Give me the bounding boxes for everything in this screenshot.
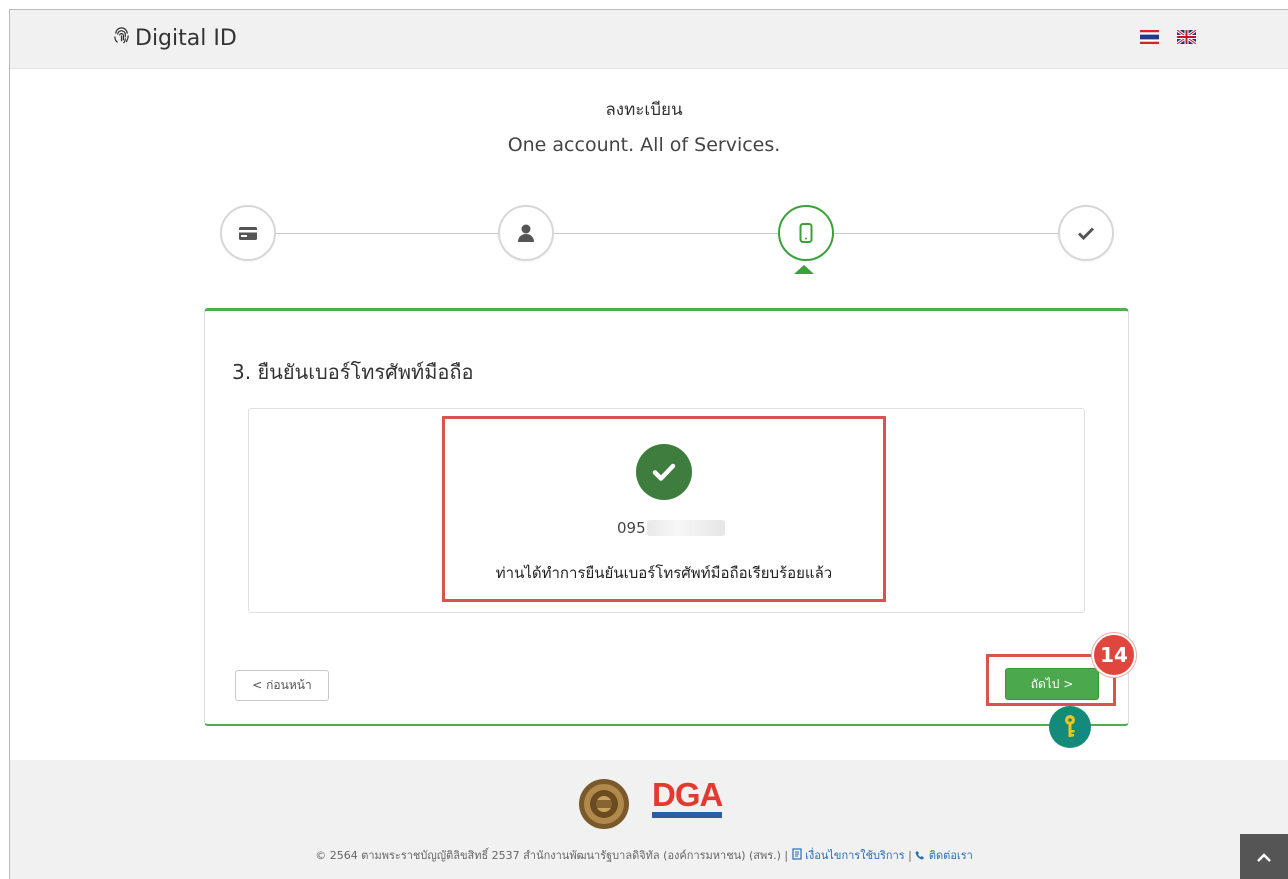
success-message: ท่านได้ทำการยืนยันเบอร์โทรศัพท์มือถือเรี… [495,564,833,582]
phone-number-visible: 095 [617,519,646,537]
step-connector [554,233,778,234]
th-flag-icon[interactable] [1140,30,1159,44]
terms-link-label: เงื่อนไขการใช้บริการ [805,849,905,862]
brand[interactable]: Digital ID [112,26,237,51]
terms-link[interactable]: เงื่อนไขการใช้บริการ [792,848,909,862]
step-connector [834,233,1058,234]
step-connector [275,233,498,234]
key-icon[interactable] [1049,706,1091,748]
scroll-to-top-button[interactable] [1240,834,1288,879]
page-title: ลงทะเบียน [605,100,683,120]
step-mobile [778,205,834,261]
phone-icon [915,851,925,860]
phone-number: 095 [617,519,725,537]
fingerprint-icon [112,26,131,51]
uk-flag-icon[interactable] [1177,30,1196,44]
success-check-icon [636,444,692,500]
previous-button[interactable]: < ก่อนหน้า [235,670,329,701]
user-icon [518,224,534,242]
document-icon [792,848,802,860]
step-number-badge: 14 [1092,633,1136,677]
brand-name: Digital ID [135,26,237,51]
dga-logo-text: DGA [652,776,723,813]
next-button[interactable]: ถัดไป > [1005,668,1099,700]
language-switcher [1140,30,1196,44]
separator: | [908,849,912,862]
check-icon [1077,227,1095,241]
card-title: 3. ยืนยันเบอร์โทรศัพท์มือถือ [232,360,474,384]
step-user [498,205,554,261]
step-id-card [220,205,276,261]
copyright-line: © 2564 ตามพระราชบัญญัติลิขสิทธิ์ 2537 สำ… [0,846,1288,864]
dga-logo: DGA [652,776,723,818]
contact-link-label: ติดต่อเรา [928,849,973,862]
contact-link[interactable]: ติดต่อเรา [915,849,973,862]
step-complete [1058,205,1114,261]
phone-number-blurred [646,520,725,536]
chevron-up-icon [1257,852,1271,862]
copyright-text: © 2564 ตามพระราชบัญญัติลิขสิทธิ์ 2537 สำ… [315,849,789,862]
page-subtitle: One account. All of Services. [507,134,781,156]
government-seal-logo [579,779,629,829]
id-card-icon [239,227,257,240]
active-step-indicator [794,265,814,274]
mobile-icon [799,223,813,243]
